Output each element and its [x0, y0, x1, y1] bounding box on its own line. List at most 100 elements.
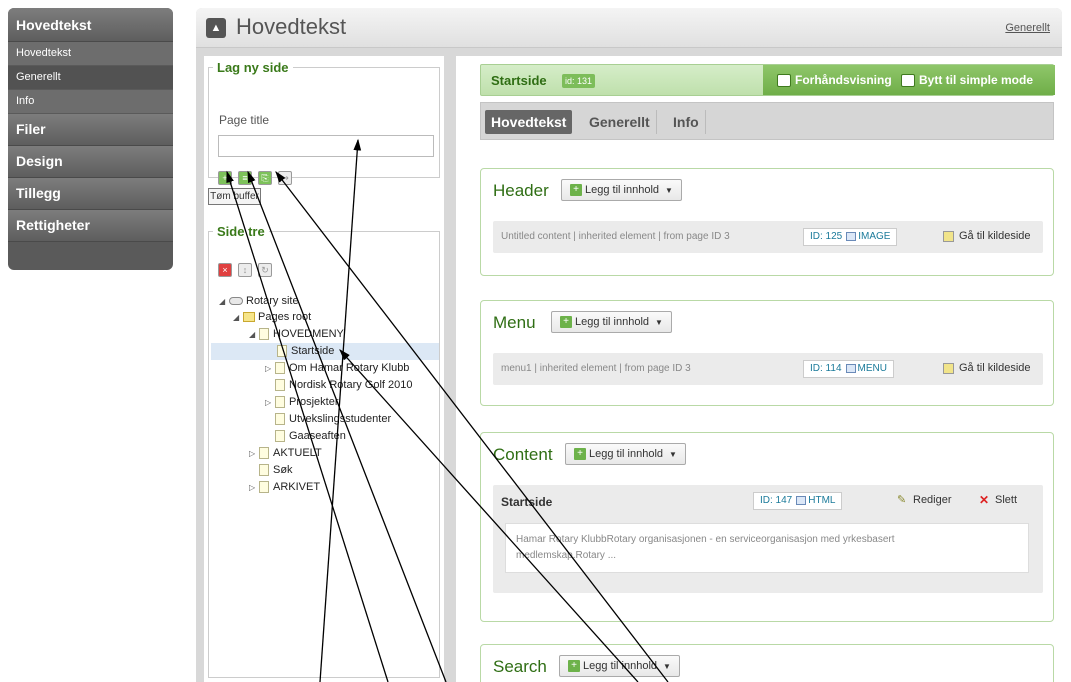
page-tree-fieldset: Side tre × ↕ ↻ ◢ Rotary site ◢ Pages root …	[208, 224, 440, 678]
page-icon	[275, 430, 285, 443]
pencil-icon: ✎	[897, 494, 907, 507]
tree-item-rotary-site[interactable]: ◢ Rotary site	[219, 293, 299, 310]
page-icon	[275, 362, 285, 375]
tree-item-startside[interactable]: Startside	[211, 343, 439, 360]
content-panel: Startside id: 131 Forhåndsvisning Bytt t…	[456, 56, 1062, 682]
plus-icon: +	[570, 184, 582, 197]
preview-button[interactable]: Forhåndsvisning	[777, 73, 892, 88]
page-icon	[277, 345, 287, 358]
left-tools-panel: Lag ny side Page title + ≡ ⎘ ↦ Tøm buffe…	[204, 56, 444, 682]
tree-item-pages-root[interactable]: ◢ Pages root	[233, 309, 311, 326]
caret-down-icon: ▼	[663, 662, 671, 671]
tree-item-nordisk-golf[interactable]: Nordisk Rotary Golf 2010	[275, 377, 413, 394]
add-subpage-icon[interactable]: ≡	[238, 171, 252, 185]
tree-item-gaaseaften[interactable]: Gaaseaften	[275, 428, 346, 445]
page-title: Hovedtekst	[236, 14, 347, 39]
content-item-title: Startside	[501, 495, 553, 509]
plus-icon: +	[574, 448, 586, 461]
area-menu: Menu + Legg til innhold ▼ menu1 | inherite…	[480, 300, 1054, 406]
area-search: Search + Legg til innhold ▼	[480, 644, 1054, 682]
tree-item-sok[interactable]: Søk	[259, 462, 293, 479]
page-icon	[275, 413, 285, 426]
area-content-title: Content	[493, 445, 553, 464]
caret-down-icon: ▼	[665, 186, 673, 195]
goto-icon	[943, 230, 954, 242]
add-page-icon[interactable]: +	[218, 171, 232, 185]
image-icon	[846, 231, 857, 241]
page-icon	[259, 447, 269, 460]
sidebar-section-tillegg[interactable]: Tillegg	[8, 178, 173, 210]
edit-button[interactable]: ✎ Rediger	[897, 494, 952, 506]
tree-item-prosjekter[interactable]: ▷ Prosjekter	[265, 394, 339, 411]
area-content: Content + Legg til innhold ▼ Startside ID:…	[480, 432, 1054, 622]
goto-icon	[943, 362, 954, 374]
content-item: Startside ID: 147 HTML ✎ Rediger ✕ Slett Ha…	[493, 485, 1043, 593]
page-icon	[275, 379, 285, 392]
sidebar-section-design[interactable]: Design	[8, 146, 173, 178]
tree-item-om-hamar[interactable]: ▷ Om Hamar Rotary Klubb	[265, 360, 409, 377]
refresh-tree-icon[interactable]: ↻	[258, 263, 272, 277]
delete-page-icon[interactable]: ×	[218, 263, 232, 277]
area-search-title: Search	[493, 657, 547, 676]
area-header: Header + Legg til innhold ▼ Untitled conte…	[480, 168, 1054, 276]
html-icon	[796, 495, 807, 505]
area-header-title: Header	[493, 181, 549, 200]
generellt-link[interactable]: Generellt	[1005, 22, 1050, 34]
header-content-item: Untitled content | inherited element | f…	[493, 221, 1043, 253]
page-title-input[interactable]	[218, 135, 434, 157]
content-id-tag: ID: 147 HTML	[753, 492, 843, 510]
page-icon	[275, 396, 285, 409]
tab-generellt[interactable]: Generellt	[583, 110, 657, 134]
sidebar-section-rettigheter[interactable]: Rettigheter	[8, 210, 173, 242]
sidebar-subitem-hovedtekst[interactable]: Hovedtekst	[8, 42, 173, 66]
tabs-bar: Hovedtekst Generellt Info	[480, 102, 1054, 140]
menu-content-item: menu1 | inherited element | from page ID…	[493, 353, 1043, 385]
plus-icon: +	[568, 660, 580, 673]
sidebar-section-filer[interactable]: Filer	[8, 114, 173, 146]
header-item-text: Untitled content | inherited element | f…	[501, 231, 730, 242]
site-icon	[229, 297, 243, 306]
page-icon	[259, 481, 269, 494]
caret-down-icon: ▼	[669, 450, 677, 459]
simple-mode-button[interactable]: Bytt til simple mode	[901, 73, 1033, 88]
page-title-label: Page title	[219, 113, 270, 127]
search-add-content-button[interactable]: + Legg til innhold ▼	[559, 655, 680, 677]
tree-item-utvekslingsstudenter[interactable]: Utvekslingsstudenter	[275, 411, 391, 428]
tree-item-aktuelt[interactable]: ▷ AKTUELT	[249, 445, 322, 462]
flush-buffer-button[interactable]: Tøm buffer	[208, 188, 261, 205]
caret-down-icon: ▼	[655, 318, 663, 327]
menu-goto-source-link[interactable]: Gå til kildeside	[943, 362, 1031, 374]
menu-add-content-button[interactable]: + Legg til innhold ▼	[551, 311, 672, 333]
delete-x-icon: ✕	[979, 493, 990, 508]
menu-icon	[845, 363, 856, 373]
folder-icon	[243, 312, 255, 323]
current-page-name: Startside	[491, 73, 547, 88]
main-header: ▲ Hovedtekst Generellt	[196, 8, 1062, 48]
menu-item-text: menu1 | inherited element | from page ID…	[501, 363, 691, 374]
header-id-tag: ID: 125 IMAGE	[803, 228, 898, 246]
sidebar-section-hovedtekst[interactable]: Hovedtekst	[8, 8, 173, 42]
content-add-content-button[interactable]: + Legg til innhold ▼	[565, 443, 686, 465]
tree-item-arkivet[interactable]: ▷ ARKIVET	[249, 479, 320, 496]
tree-item-hovedmeny[interactable]: ◢ HOVEDMENY	[249, 326, 344, 343]
tab-info[interactable]: Info	[667, 110, 706, 134]
page-actions: Forhåndsvisning Bytt til simple mode	[763, 65, 1055, 95]
copy-page-icon[interactable]: ⎘	[258, 171, 272, 185]
delete-button[interactable]: ✕ Slett	[979, 494, 1017, 506]
sidebar-subitem-generellt[interactable]: Generellt	[8, 66, 173, 90]
menu-id-tag: ID: 114 MENU	[803, 360, 894, 378]
page-id-badge: id: 131	[562, 74, 596, 88]
plus-icon: +	[560, 316, 572, 329]
new-page-legend: Lag ny side	[217, 60, 289, 75]
up-arrow-icon: ▲	[206, 18, 226, 38]
tab-hovedtekst[interactable]: Hovedtekst	[485, 110, 573, 134]
toggle-icon	[901, 74, 915, 88]
page-icon	[259, 464, 269, 477]
sidebar-subitem-info[interactable]: Info	[8, 90, 173, 114]
header-goto-source-link[interactable]: Gå til kildeside	[943, 230, 1031, 242]
content-excerpt: Hamar Rotary KlubbRotary organisasjonen …	[505, 523, 1029, 573]
page-tree-legend: Side tre	[217, 224, 265, 239]
header-add-content-button[interactable]: + Legg til innhold ▼	[561, 179, 682, 201]
paste-page-icon[interactable]: ↦	[278, 171, 292, 185]
move-page-icon[interactable]: ↕	[238, 263, 252, 277]
